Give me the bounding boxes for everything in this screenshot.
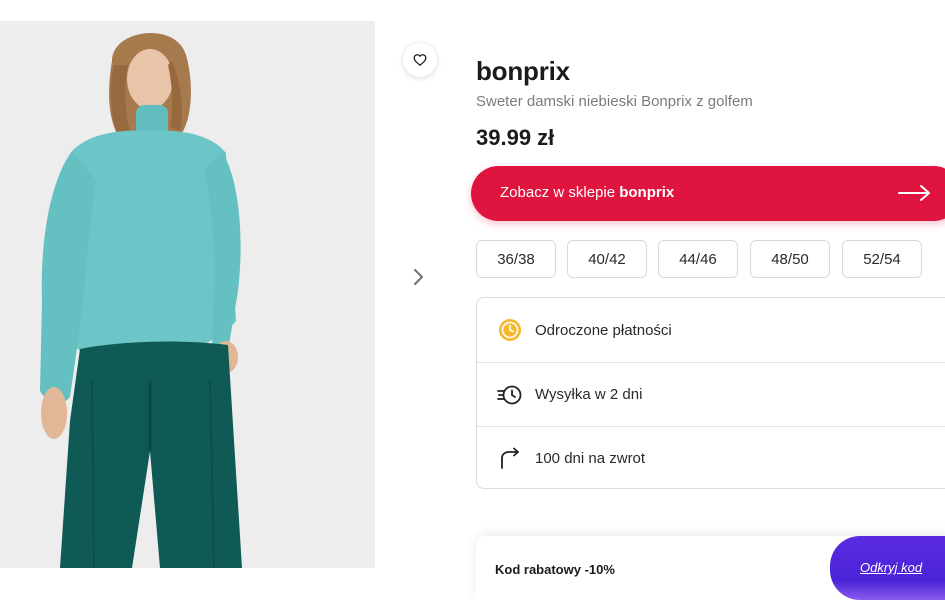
promo-code-bar: Kod rabatowy -10% Odkryj kod: [476, 536, 945, 600]
product-price: 39.99 zł: [476, 125, 555, 150]
size-option[interactable]: 40/42: [567, 240, 647, 278]
feature-label: Wysyłka w 2 dni: [535, 386, 643, 403]
feature-label: 100 dni na zwrot: [535, 450, 646, 467]
feature-returns: 100 dni na zwrot: [477, 426, 945, 490]
heart-icon: [413, 54, 427, 66]
feature-label: Odroczone płatności: [535, 321, 672, 339]
return-arrow-icon: [497, 446, 523, 472]
size-option[interactable]: 48/50: [750, 240, 830, 278]
chevron-right-icon: [413, 268, 424, 286]
fast-delivery-icon: [497, 382, 523, 408]
clock-coin-icon: [497, 317, 523, 343]
features-list: Odroczone płatności Wysyłka w 2 dni 100 …: [476, 297, 945, 489]
shop-name: bonprix: [619, 184, 675, 201]
reveal-code-button[interactable]: Odkryj kod: [830, 536, 945, 600]
next-image-button[interactable]: [405, 262, 431, 292]
feature-deferred-payment: Odroczone płatności: [477, 298, 945, 362]
go-to-shop-button[interactable]: Zobacz w sklepie bonprix: [471, 166, 945, 221]
size-option[interactable]: 44/46: [658, 240, 738, 278]
go-to-shop-label: Zobacz w sklepie bonprix: [500, 184, 674, 201]
reveal-code-label: Odkryj kod: [860, 560, 923, 575]
product-photo-illustration: [0, 21, 375, 568]
go-to-shop-prefix: Zobacz w sklepie: [500, 184, 616, 201]
product-image[interactable]: [0, 21, 375, 568]
product-name: Sweter damski niebieski Bonprix z golfem: [476, 93, 753, 110]
size-option[interactable]: 36/38: [476, 240, 556, 278]
favorite-button[interactable]: [403, 43, 437, 77]
arrow-right-icon: [898, 185, 930, 201]
product-brand: bonprix: [476, 56, 570, 86]
promo-code-label: Kod rabatowy -10%: [495, 562, 615, 577]
feature-delivery: Wysyłka w 2 dni: [477, 362, 945, 426]
size-option[interactable]: 52/54: [842, 240, 922, 278]
product-page: bonprix Sweter damski niebieski Bonprix …: [0, 0, 945, 600]
